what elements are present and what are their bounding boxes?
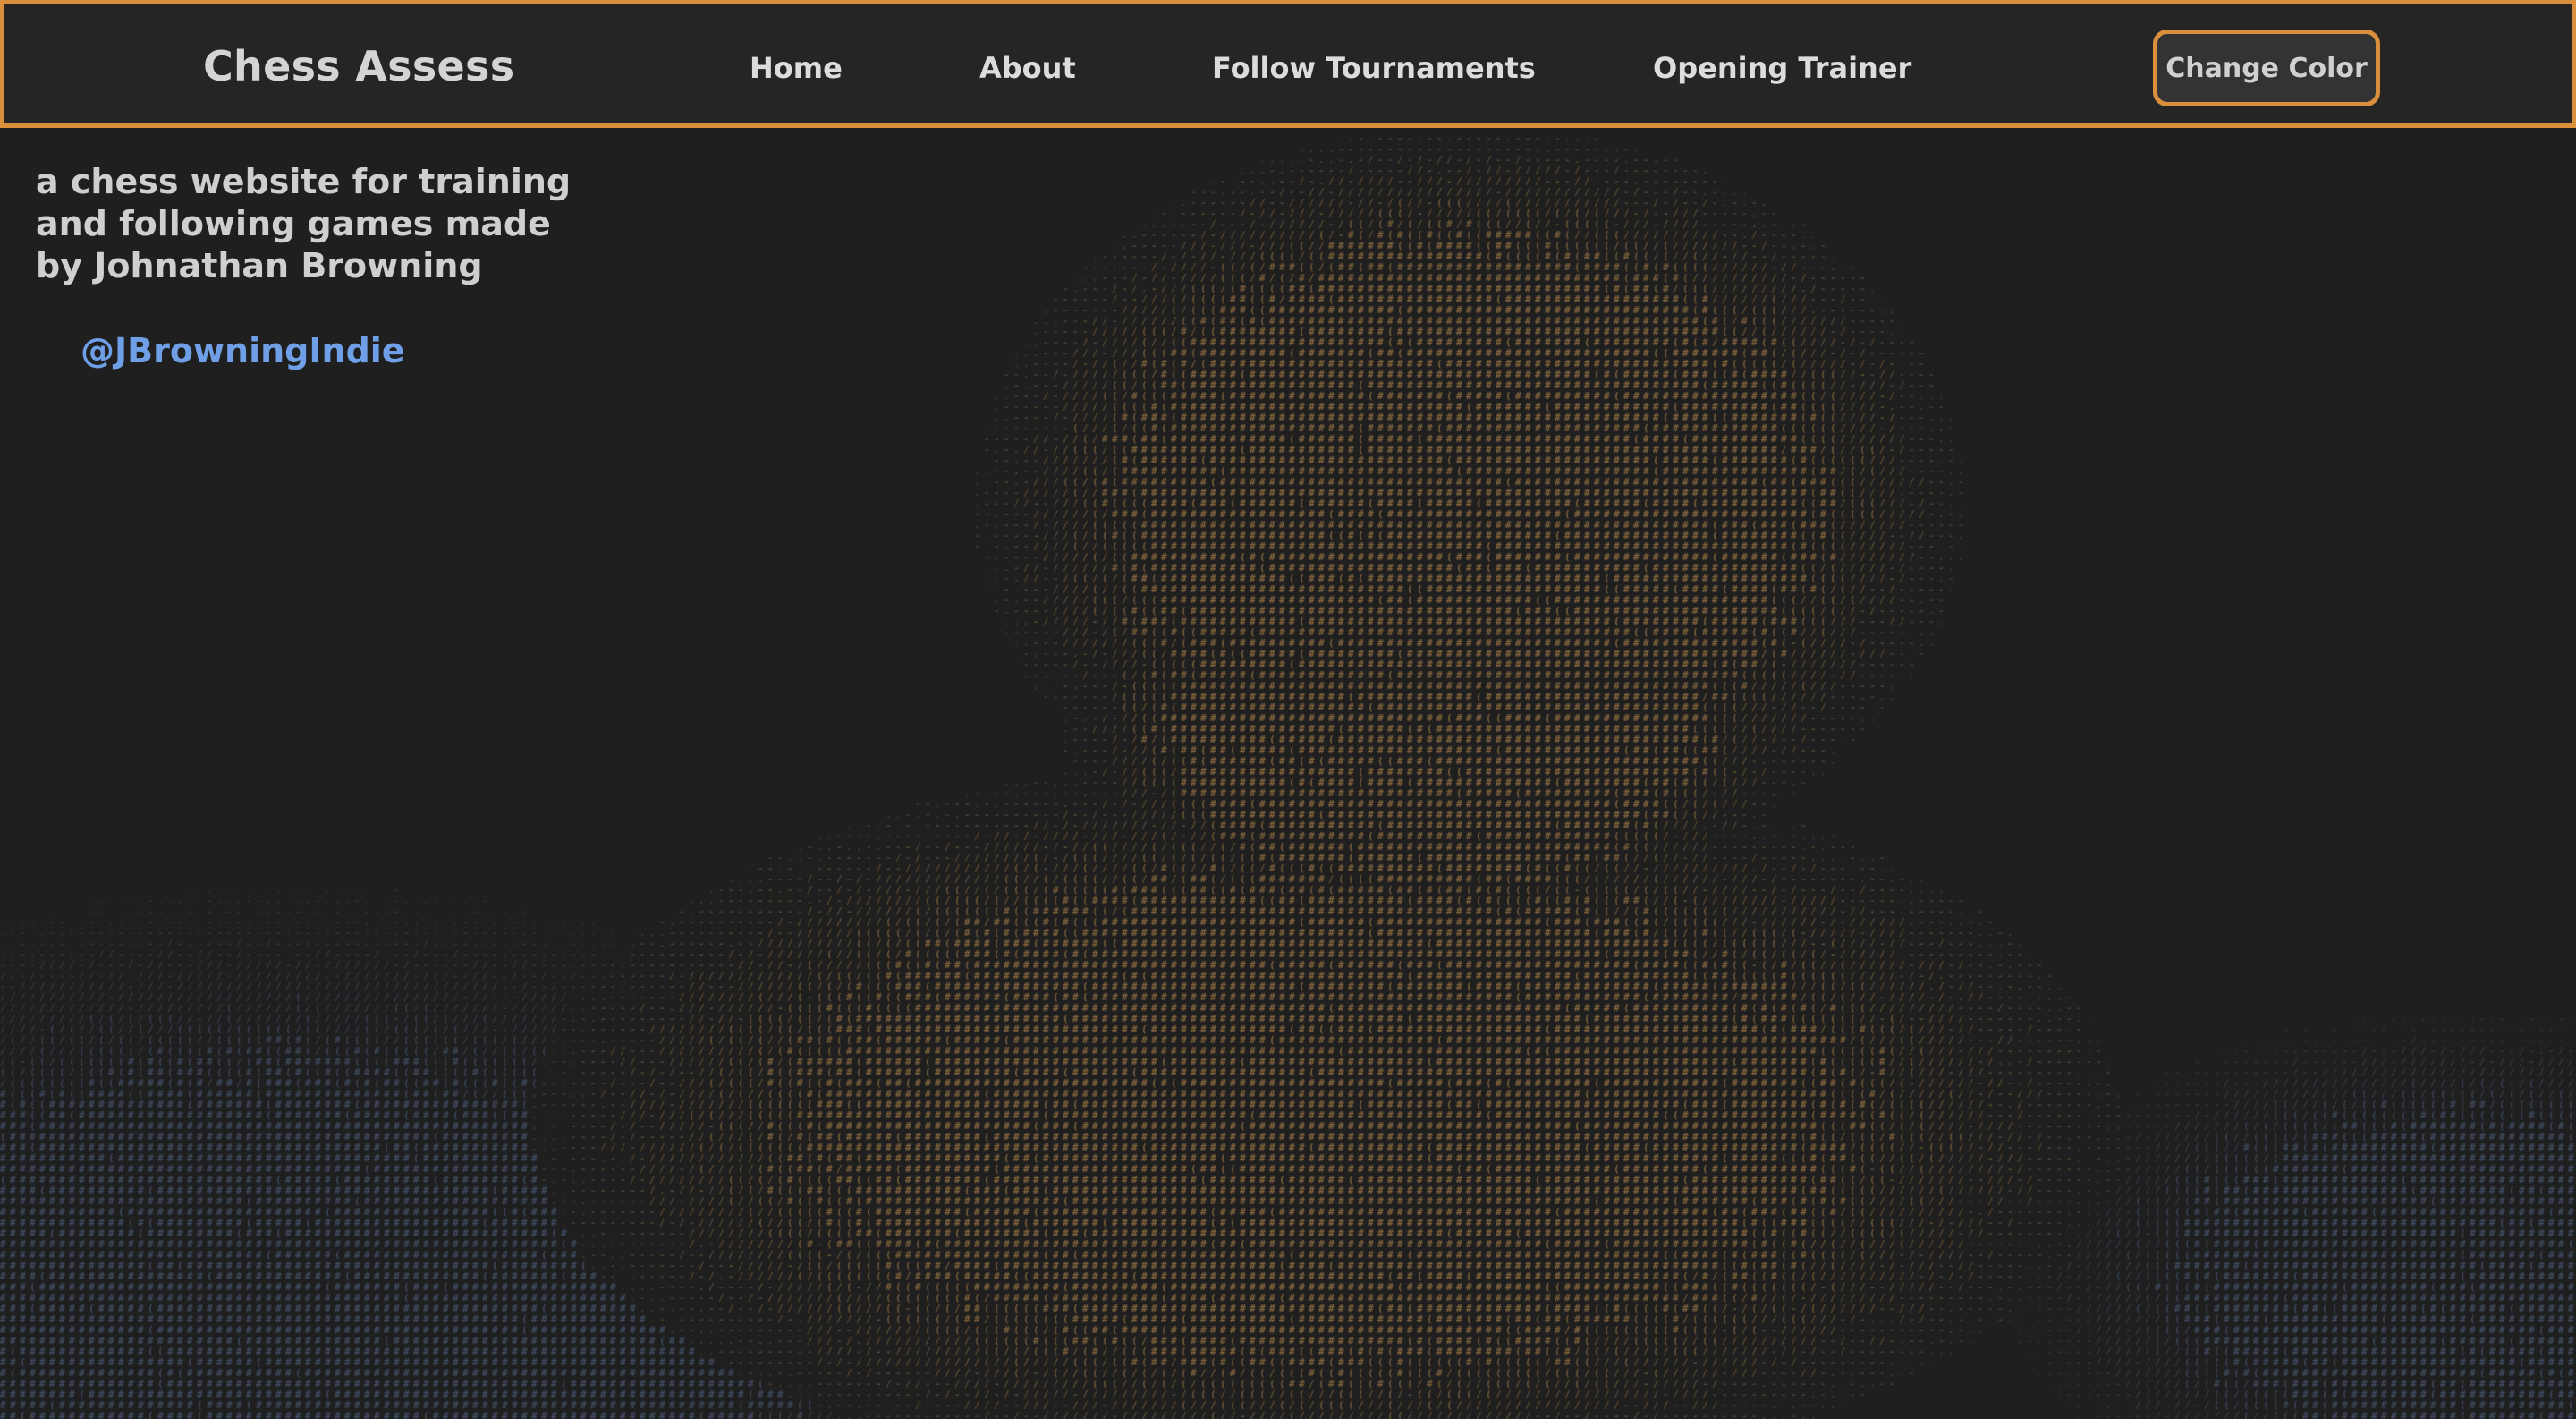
nav-link-about[interactable]: About xyxy=(979,51,1076,85)
page: Chess Assess Home About Follow Tournamen… xyxy=(0,0,2576,1419)
site-brand[interactable]: Chess Assess xyxy=(203,42,514,90)
author-handle-link[interactable]: @JBrowningIndie xyxy=(80,331,405,370)
nav-link-opening-trainer[interactable]: Opening Trainer xyxy=(1653,51,1911,85)
nav-link-follow-tournaments[interactable]: Follow Tournaments xyxy=(1212,51,1536,85)
change-color-button[interactable]: Change Color xyxy=(2153,30,2380,106)
nav-link-home[interactable]: Home xyxy=(750,51,843,85)
navbar: Chess Assess Home About Follow Tournamen… xyxy=(0,0,2576,128)
site-description: a chess website for training and followi… xyxy=(36,162,572,285)
